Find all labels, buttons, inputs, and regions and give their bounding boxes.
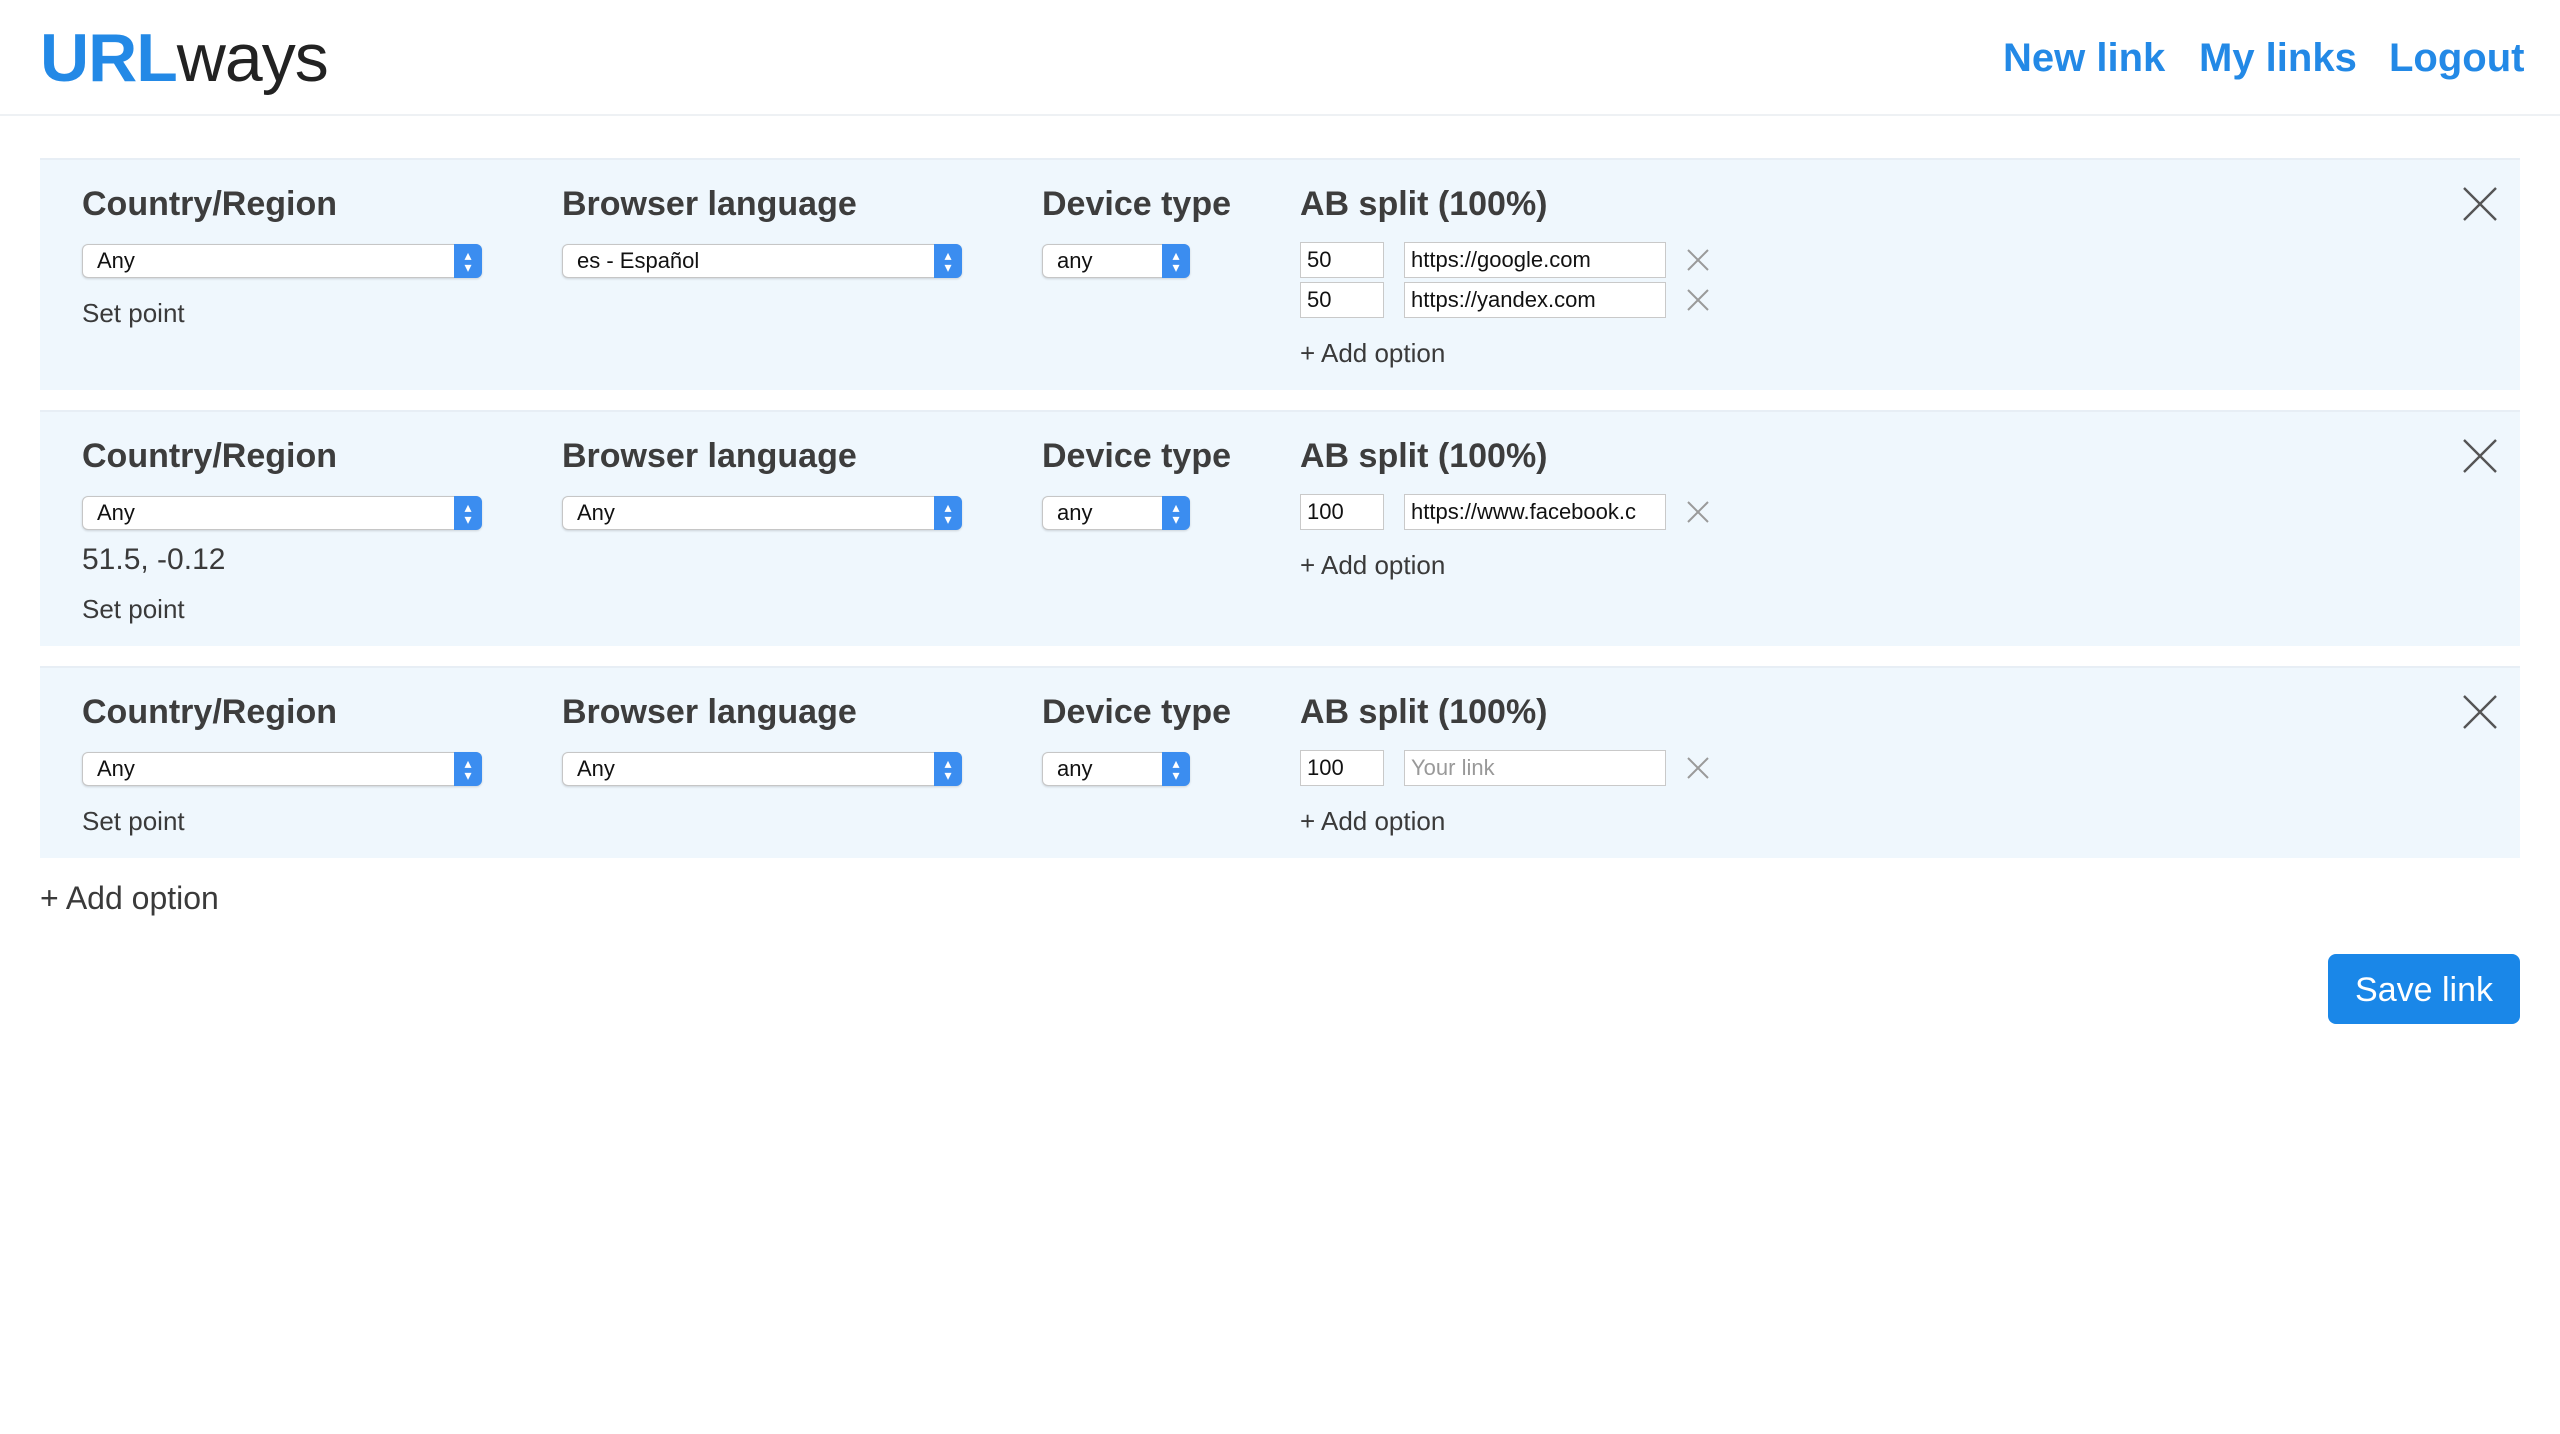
device-header: Device type [1042,693,1231,731]
nav-logout[interactable]: Logout [2389,30,2525,86]
url-input[interactable] [1404,750,1666,786]
url-input[interactable]: https://yandex.com [1404,282,1666,318]
country-header: Country/Region [82,693,337,731]
rule-card: Country/Region Browser language Device t… [40,666,2520,858]
save-link-button[interactable]: Save link [2328,954,2520,1024]
language-header: Browser language [562,185,857,223]
device-select[interactable]: any ▴ ▾ [1042,244,1190,278]
country-select[interactable]: Any ▴ ▾ [82,752,482,786]
add-ab-option-link[interactable]: + Add option [1300,804,1445,838]
remove-option-icon[interactable] [1686,500,1710,524]
select-arrows-icon: ▴ ▾ [934,244,962,278]
url-input[interactable]: https://www.facebook.c [1404,494,1666,530]
select-arrows-icon: ▴ ▾ [454,752,482,786]
logo-ways: ways [176,20,329,96]
country-select-value: Any [97,500,135,525]
remove-rule-icon[interactable] [2462,438,2498,474]
language-select[interactable]: es - Español ▴ ▾ [562,244,962,278]
device-header: Device type [1042,185,1231,223]
nav-new-link[interactable]: New link [2003,30,2165,86]
language-header: Browser language [562,437,857,475]
set-point-link[interactable]: Set point [82,592,185,626]
rule-card: Country/Region Browser language Device t… [40,158,2520,390]
add-rule-link[interactable]: + Add option [40,876,219,920]
device-select[interactable]: any ▴ ▾ [1042,752,1190,786]
country-select-value: Any [97,248,135,273]
remove-rule-icon[interactable] [2462,694,2498,730]
add-ab-option-link[interactable]: + Add option [1300,548,1445,582]
language-select-value: Any [577,756,615,781]
device-select[interactable]: any ▴ ▾ [1042,496,1190,530]
weight-input[interactable]: 100 [1300,494,1384,530]
rule-card: Country/Region Browser language Device t… [40,410,2520,646]
weight-input[interactable]: 50 [1300,282,1384,318]
weight-input[interactable]: 50 [1300,242,1384,278]
select-arrows-icon: ▴ ▾ [454,496,482,530]
set-point-link[interactable]: Set point [82,296,185,330]
top-bar: URLways New link My links Logout [0,0,2560,116]
select-arrows-icon: ▴ ▾ [1162,752,1190,786]
select-arrows-icon: ▴ ▾ [1162,244,1190,278]
language-select-value: Any [577,500,615,525]
nav-my-links[interactable]: My links [2199,30,2357,86]
device-header: Device type [1042,437,1231,475]
select-arrows-icon: ▴ ▾ [934,496,962,530]
language-select[interactable]: Any ▴ ▾ [562,496,962,530]
ab-split-header: AB split (100%) [1300,693,1548,731]
language-select-value: es - Español [577,248,700,273]
remove-rule-icon[interactable] [2462,186,2498,222]
language-header: Browser language [562,693,857,731]
device-select-value: any [1057,248,1093,273]
device-select-value: any [1057,500,1093,525]
ab-split-header: AB split (100%) [1300,437,1548,475]
remove-option-icon[interactable] [1686,288,1710,312]
device-select-value: any [1057,756,1093,781]
url-input[interactable]: https://google.com [1404,242,1666,278]
weight-input[interactable]: 100 [1300,750,1384,786]
language-select[interactable]: Any ▴ ▾ [562,752,962,786]
select-arrows-icon: ▴ ▾ [1162,496,1190,530]
country-select[interactable]: Any ▴ ▾ [82,496,482,530]
remove-option-icon[interactable] [1686,756,1710,780]
logo-url: URL [40,20,178,96]
remove-option-icon[interactable] [1686,248,1710,272]
country-header: Country/Region [82,185,337,223]
select-arrows-icon: ▴ ▾ [934,752,962,786]
country-header: Country/Region [82,437,337,475]
point-coordinates: 51.5, -0.12 [82,543,226,576]
country-select-value: Any [97,756,135,781]
select-arrows-icon: ▴ ▾ [454,244,482,278]
add-ab-option-link[interactable]: + Add option [1300,336,1445,370]
logo[interactable]: URLways [40,18,329,98]
set-point-link[interactable]: Set point [82,804,185,838]
country-select[interactable]: Any ▴ ▾ [82,244,482,278]
ab-split-header: AB split (100%) [1300,185,1548,223]
